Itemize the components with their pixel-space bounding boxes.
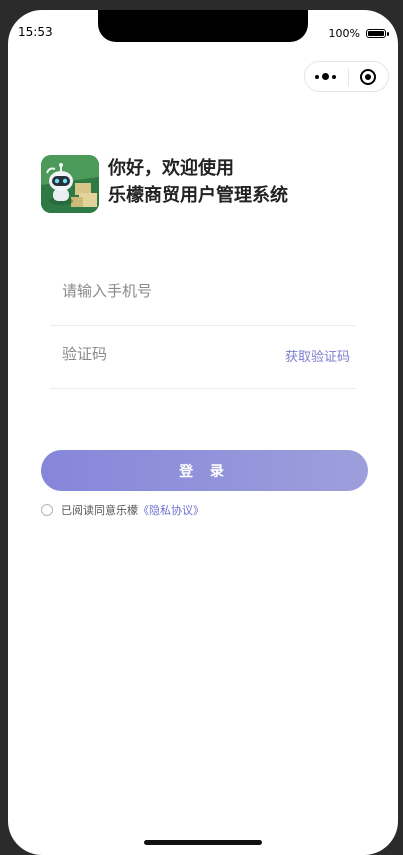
- status-time: 15:53: [18, 25, 53, 39]
- battery-percent: 100%: [328, 27, 360, 40]
- home-indicator: [144, 840, 262, 845]
- agree-radio[interactable]: [41, 504, 53, 516]
- close-icon[interactable]: [360, 68, 376, 85]
- agreement-text: 已阅读同意乐檬: [61, 504, 138, 517]
- battery-icon: [366, 29, 389, 38]
- welcome-line-2: 乐檬商贸用户管理系统: [108, 185, 288, 206]
- phone-screen: 15:53 100% 你好，欢迎使用 乐檬商贸用户管理系统 请输入手机号 验证码…: [8, 10, 398, 855]
- mini-program-capsule: [304, 61, 389, 92]
- get-code-button[interactable]: 获取验证码: [285, 346, 350, 365]
- phone-input-placeholder[interactable]: 请输入手机号: [62, 280, 152, 301]
- welcome-heading: 你好，欢迎使用 乐檬商贸用户管理系统: [108, 155, 288, 209]
- agreement-row: 已阅读同意乐檬 《隐私协议》: [41, 502, 204, 518]
- phone-field[interactable]: 请输入手机号: [50, 265, 356, 326]
- code-input-placeholder[interactable]: 验证码: [62, 343, 107, 364]
- app-logo: [41, 155, 99, 213]
- capsule-divider: [347, 67, 349, 86]
- privacy-link[interactable]: 《隐私协议》: [138, 502, 204, 518]
- status-battery: 100%: [328, 27, 389, 40]
- welcome-line-1: 你好，欢迎使用: [108, 158, 234, 179]
- notch: [98, 10, 308, 42]
- code-field[interactable]: 验证码 获取验证码: [50, 328, 356, 389]
- more-icon[interactable]: [315, 73, 336, 80]
- login-button[interactable]: 登 录: [41, 450, 368, 491]
